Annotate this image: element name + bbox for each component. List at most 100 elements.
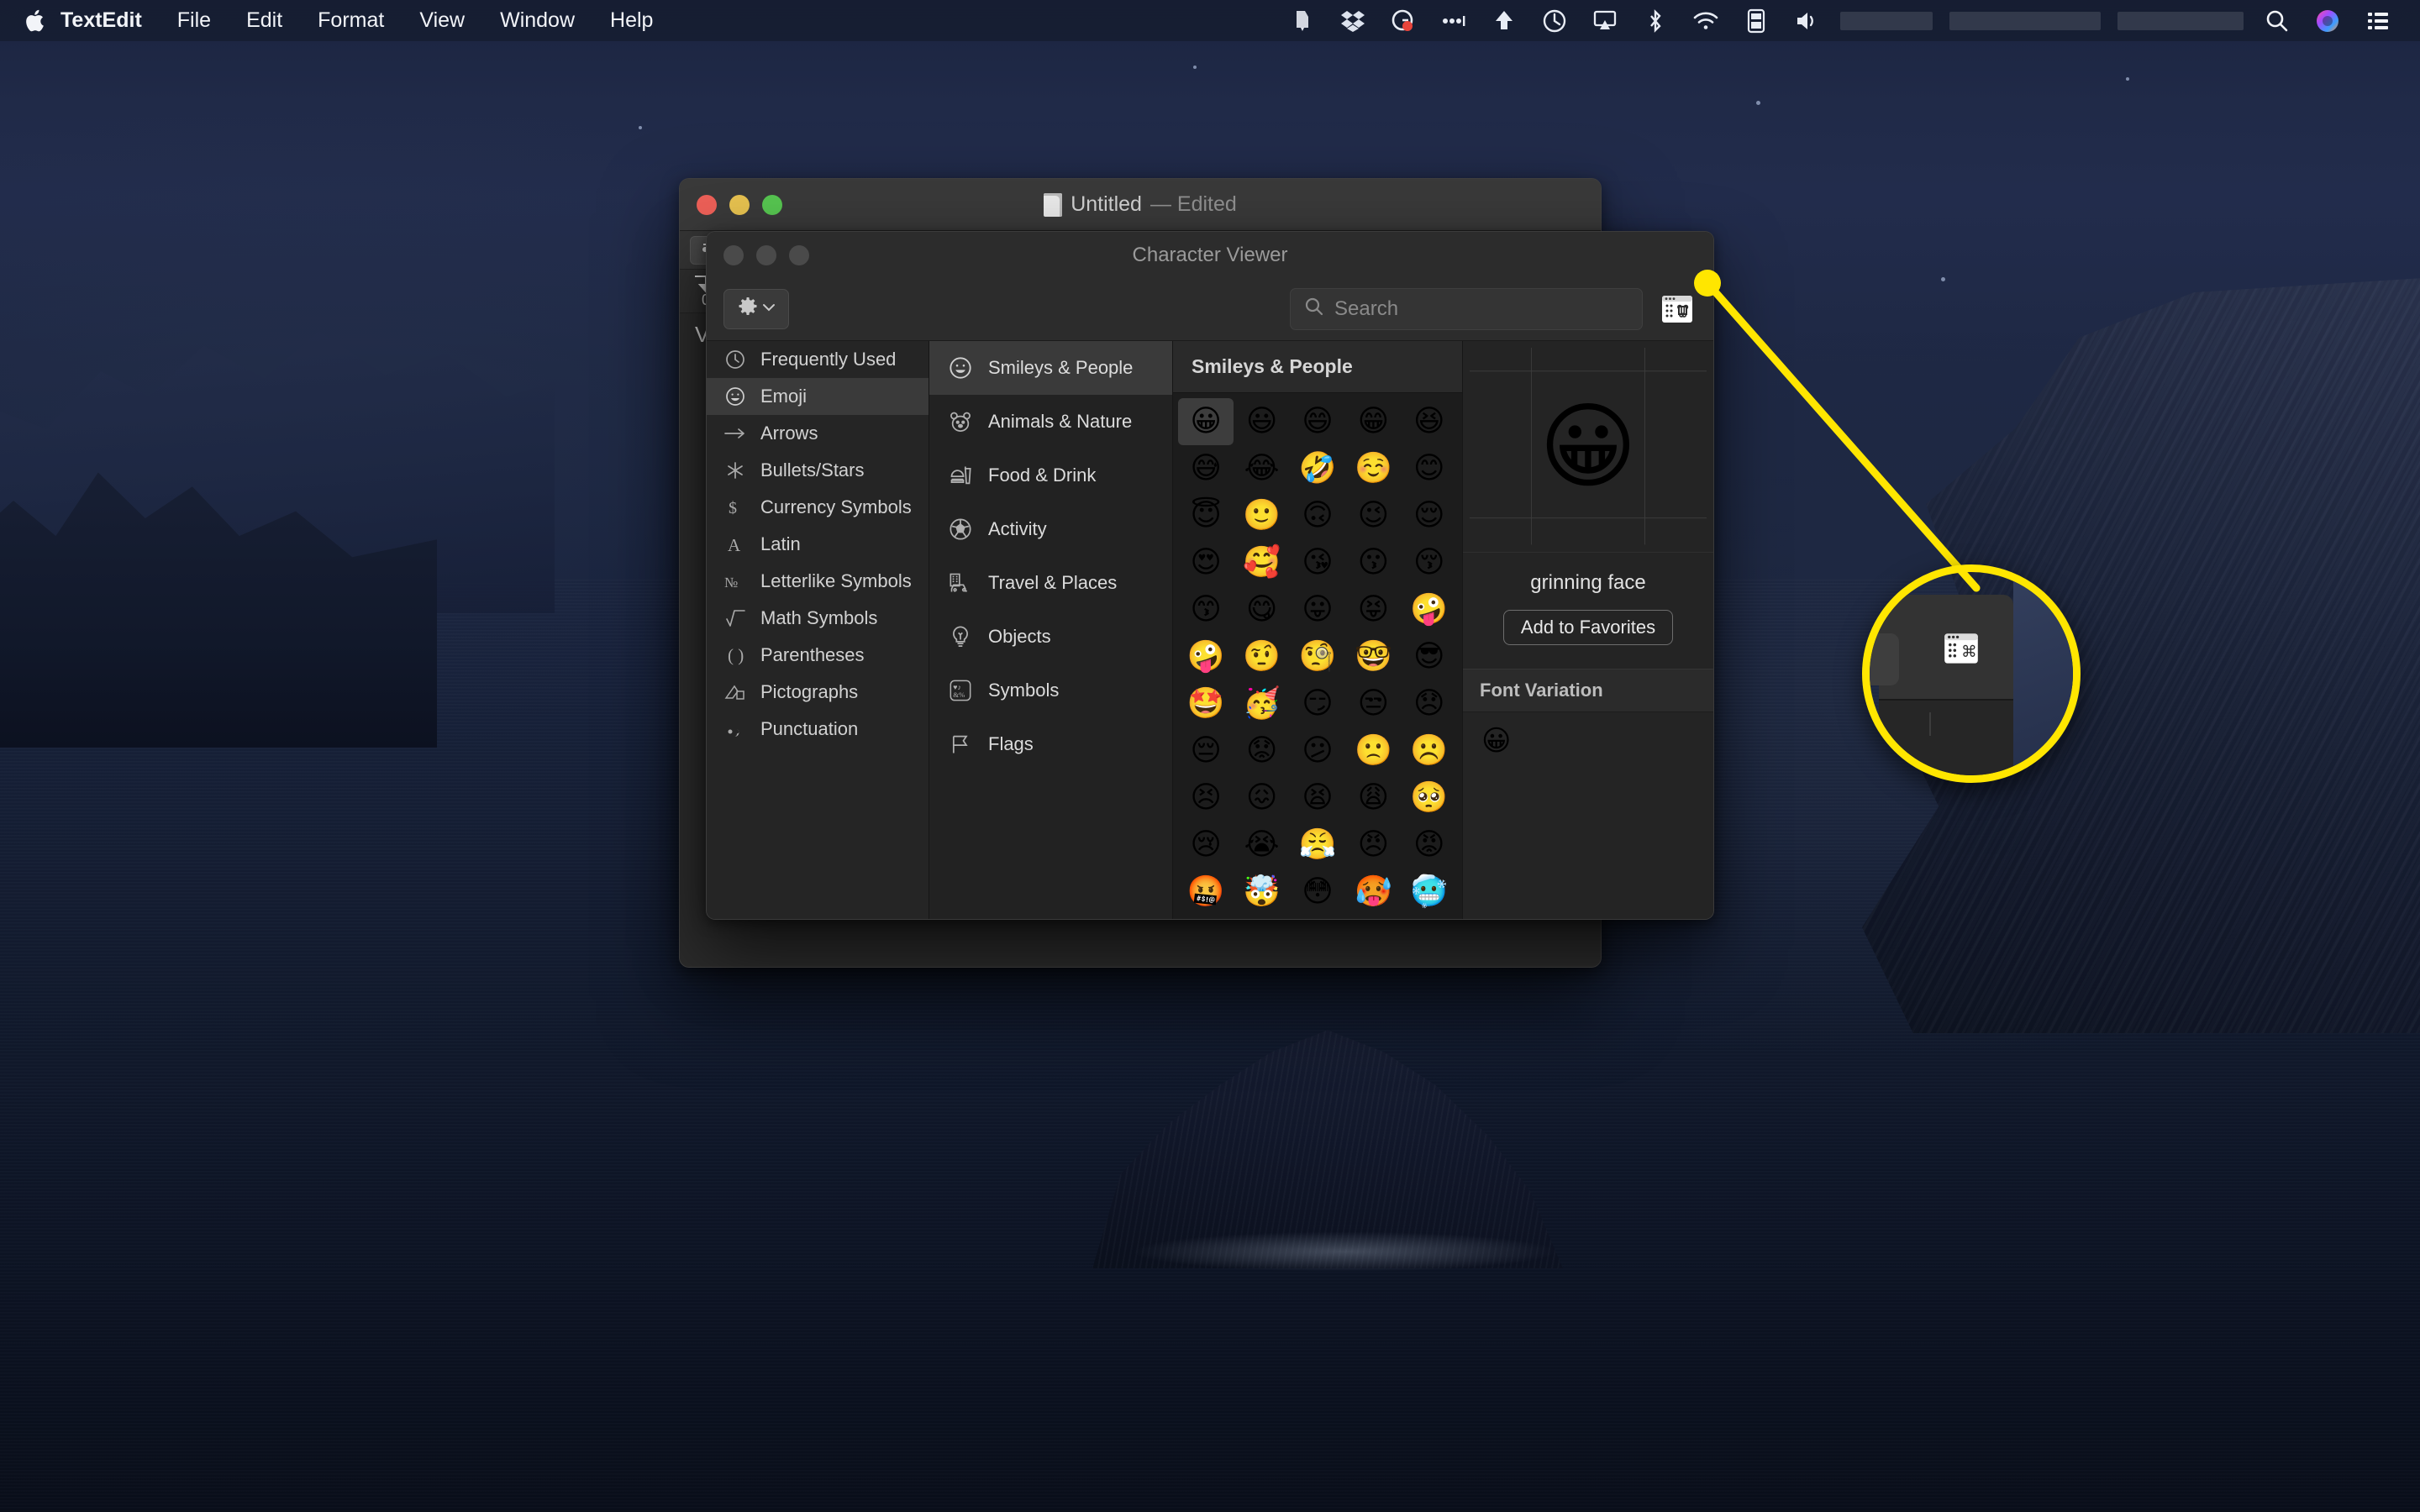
emoji-cell[interactable]: 😩 <box>1345 774 1401 822</box>
apple-logo-icon[interactable] <box>20 4 49 38</box>
emoji-cell[interactable]: 😨 <box>1234 916 1289 919</box>
spotlight-search-icon[interactable] <box>2252 0 2302 41</box>
menu-item-format[interactable]: Format <box>300 0 402 41</box>
subcategory-objects[interactable]: Objects <box>929 610 1172 664</box>
emoji-cell[interactable]: 😂 <box>1234 445 1289 492</box>
emoji-cell[interactable]: 🙂 <box>1234 492 1289 539</box>
emoji-cell[interactable]: 😎 <box>1402 633 1457 680</box>
menu-item-window[interactable]: Window <box>482 0 592 41</box>
emoji-cell[interactable]: 😣 <box>1178 774 1234 822</box>
dropbox-icon[interactable] <box>1328 0 1378 41</box>
character-viewer-titlebar[interactable]: Character Viewer <box>707 232 1713 278</box>
emoji-cell[interactable]: 🤓 <box>1345 633 1401 680</box>
emoji-cell[interactable]: 😗 <box>1345 539 1401 586</box>
menu-item-view[interactable]: View <box>402 0 482 41</box>
control-center-icon[interactable] <box>2353 0 2403 41</box>
emoji-cell[interactable]: 😃 <box>1234 398 1289 445</box>
bluetooth-icon[interactable] <box>1630 0 1681 41</box>
emoji-cell[interactable]: 😙 <box>1178 586 1234 633</box>
emoji-cell[interactable]: 😟 <box>1234 727 1289 774</box>
emoji-cell[interactable]: 🤩 <box>1178 680 1234 727</box>
emoji-cell[interactable]: 😒 <box>1345 680 1401 727</box>
emoji-cell[interactable]: 😕 <box>1290 727 1345 774</box>
emoji-cell[interactable]: ☹️ <box>1402 727 1457 774</box>
emoji-cell[interactable]: 😄 <box>1290 398 1345 445</box>
emoji-cell[interactable]: 🙁 <box>1345 727 1401 774</box>
menu-item-edit[interactable]: Edit <box>229 0 300 41</box>
emoji-cell[interactable]: 🤨 <box>1234 633 1289 680</box>
emoji-cell[interactable]: 😖 <box>1234 774 1289 822</box>
screen-mirroring-icon[interactable] <box>1580 0 1630 41</box>
sidebar-item-frequently-used[interactable]: Frequently Used <box>707 341 929 378</box>
emoji-cell[interactable]: 🥵 <box>1345 869 1401 916</box>
emoji-cell[interactable]: 😭 <box>1234 822 1289 869</box>
emoji-cell[interactable]: 😝 <box>1345 586 1401 633</box>
emoji-cell[interactable]: 🤯 <box>1234 869 1289 916</box>
search-input[interactable]: Search <box>1290 288 1643 330</box>
emoji-cell[interactable]: 😋 <box>1234 586 1289 633</box>
emoji-cell[interactable]: 😫 <box>1290 774 1345 822</box>
sidebar-item-letterlike-symbols[interactable]: № Letterlike Symbols <box>707 563 929 600</box>
character-viewer-window[interactable]: Character Viewer Search Frequently Used … <box>706 231 1714 920</box>
volume-icon[interactable] <box>1781 0 1832 41</box>
emoji-cell[interactable]: 😁 <box>1345 398 1401 445</box>
emoji-cell[interactable]: 😚 <box>1402 539 1457 586</box>
emoji-cell[interactable]: 😠 <box>1345 822 1401 869</box>
emoji-cell[interactable]: 😢 <box>1345 916 1401 919</box>
airplay-display-icon[interactable] <box>1277 0 1328 41</box>
grammarly-icon[interactable] <box>1378 0 1428 41</box>
emoji-cell[interactable]: 😢 <box>1178 822 1234 869</box>
textedit-titlebar[interactable]: Untitled — Edited <box>680 179 1601 231</box>
subcategory-symbols[interactable]: ♥♪ &% Symbols <box>929 664 1172 717</box>
emoji-cell[interactable]: 😇 <box>1178 492 1234 539</box>
subcategory-travel-and-places[interactable]: Travel & Places <box>929 556 1172 610</box>
emoji-cell[interactable]: 😘 <box>1290 539 1345 586</box>
emoji-cell[interactable]: 🥺 <box>1402 774 1457 822</box>
emoji-cell[interactable]: 🧐 <box>1290 633 1345 680</box>
sidebar-item-punctuation[interactable]: Punctuation <box>707 711 929 748</box>
emoji-cell[interactable]: 😛 <box>1290 586 1345 633</box>
emoji-cell[interactable]: ☺️ <box>1345 445 1401 492</box>
menu-item-help[interactable]: Help <box>592 0 671 41</box>
cloud-upload-icon[interactable] <box>1479 0 1529 41</box>
emoji-cell[interactable]: 😡 <box>1402 822 1457 869</box>
emoji-cell[interactable]: 🥰 <box>1234 539 1289 586</box>
sidebar-item-pictographs[interactable]: Pictographs <box>707 674 929 711</box>
emoji-cell[interactable]: 🥳 <box>1234 680 1289 727</box>
subcategory-animals-and-nature[interactable]: Animals & Nature <box>929 395 1172 449</box>
emoji-cell[interactable]: 🤪 <box>1178 633 1234 680</box>
emoji-grid-column[interactable]: Smileys & People 😀 😃 😄 😁 😆 😅 😂 🤣 ☺️ 😊 😇 🙂 🙃 😉 😌 😍 🥰 😘 😗 😚 😙 😋… <box>1173 341 1463 919</box>
emoji-cell[interactable]: 🥶 <box>1402 869 1457 916</box>
sidebar-item-currency-symbols[interactable]: $ Currency Symbols <box>707 489 929 526</box>
emoji-grid[interactable]: 😀 😃 😄 😁 😆 😅 😂 🤣 ☺️ 😊 😇 🙂 🙃 😉 😌 😍 🥰 😘 😗 😚 😙 😋 😛 😝 🤪 🤪 🤨 🧐 🤓 😎 🤩 🥳 😏 😒 😞 😔 😟 😕 🙁… <box>1173 393 1462 919</box>
subcategory-food-and-drink[interactable]: Food & Drink <box>929 449 1172 502</box>
emoji-cell[interactable]: 😉 <box>1345 492 1401 539</box>
emoji-cell[interactable]: 🤣 <box>1290 445 1345 492</box>
emoji-cell[interactable]: 😳 <box>1290 869 1345 916</box>
emoji-cell[interactable]: 😤 <box>1290 822 1345 869</box>
subcategory-activity[interactable]: Activity <box>929 502 1172 556</box>
sidebar-item-math-symbols[interactable]: Math Symbols <box>707 600 929 637</box>
emoji-cell[interactable]: 😅 <box>1178 445 1234 492</box>
sidebar-item-parentheses[interactable]: ( ) Parentheses <box>707 637 929 674</box>
emoji-cell[interactable]: 😞 <box>1402 680 1457 727</box>
time-machine-icon[interactable] <box>1529 0 1580 41</box>
dots-menu-icon[interactable] <box>1428 0 1479 41</box>
emoji-cell[interactable]: 🤬 <box>1178 869 1234 916</box>
menu-item-file[interactable]: File <box>160 0 229 41</box>
battery-icon[interactable] <box>1731 0 1781 41</box>
sidebar-item-emoji[interactable]: Emoji <box>707 378 929 415</box>
emoji-cell[interactable]: 😍 <box>1178 539 1234 586</box>
sidebar-item-latin[interactable]: A Latin <box>707 526 929 563</box>
emoji-cell[interactable]: 🤪 <box>1402 586 1457 633</box>
emoji-cell[interactable]: 😀 <box>1178 398 1234 445</box>
emoji-cell[interactable]: 😰 <box>1290 916 1345 919</box>
subcategory-list[interactable]: Smileys & People Animals & Nature Food &… <box>929 341 1173 919</box>
subcategory-flags[interactable]: Flags <box>929 717 1172 771</box>
siri-icon[interactable] <box>2302 0 2353 41</box>
emoji-cell[interactable]: 😔 <box>1178 727 1234 774</box>
sidebar-item-bullets-stars[interactable]: Bullets/Stars <box>707 452 929 489</box>
category-list[interactable]: Frequently Used Emoji Arrows Bullets/Sta… <box>707 341 929 919</box>
font-variation-list[interactable]: 😀 <box>1463 712 1713 758</box>
expand-character-viewer-icon[interactable] <box>1658 290 1697 328</box>
